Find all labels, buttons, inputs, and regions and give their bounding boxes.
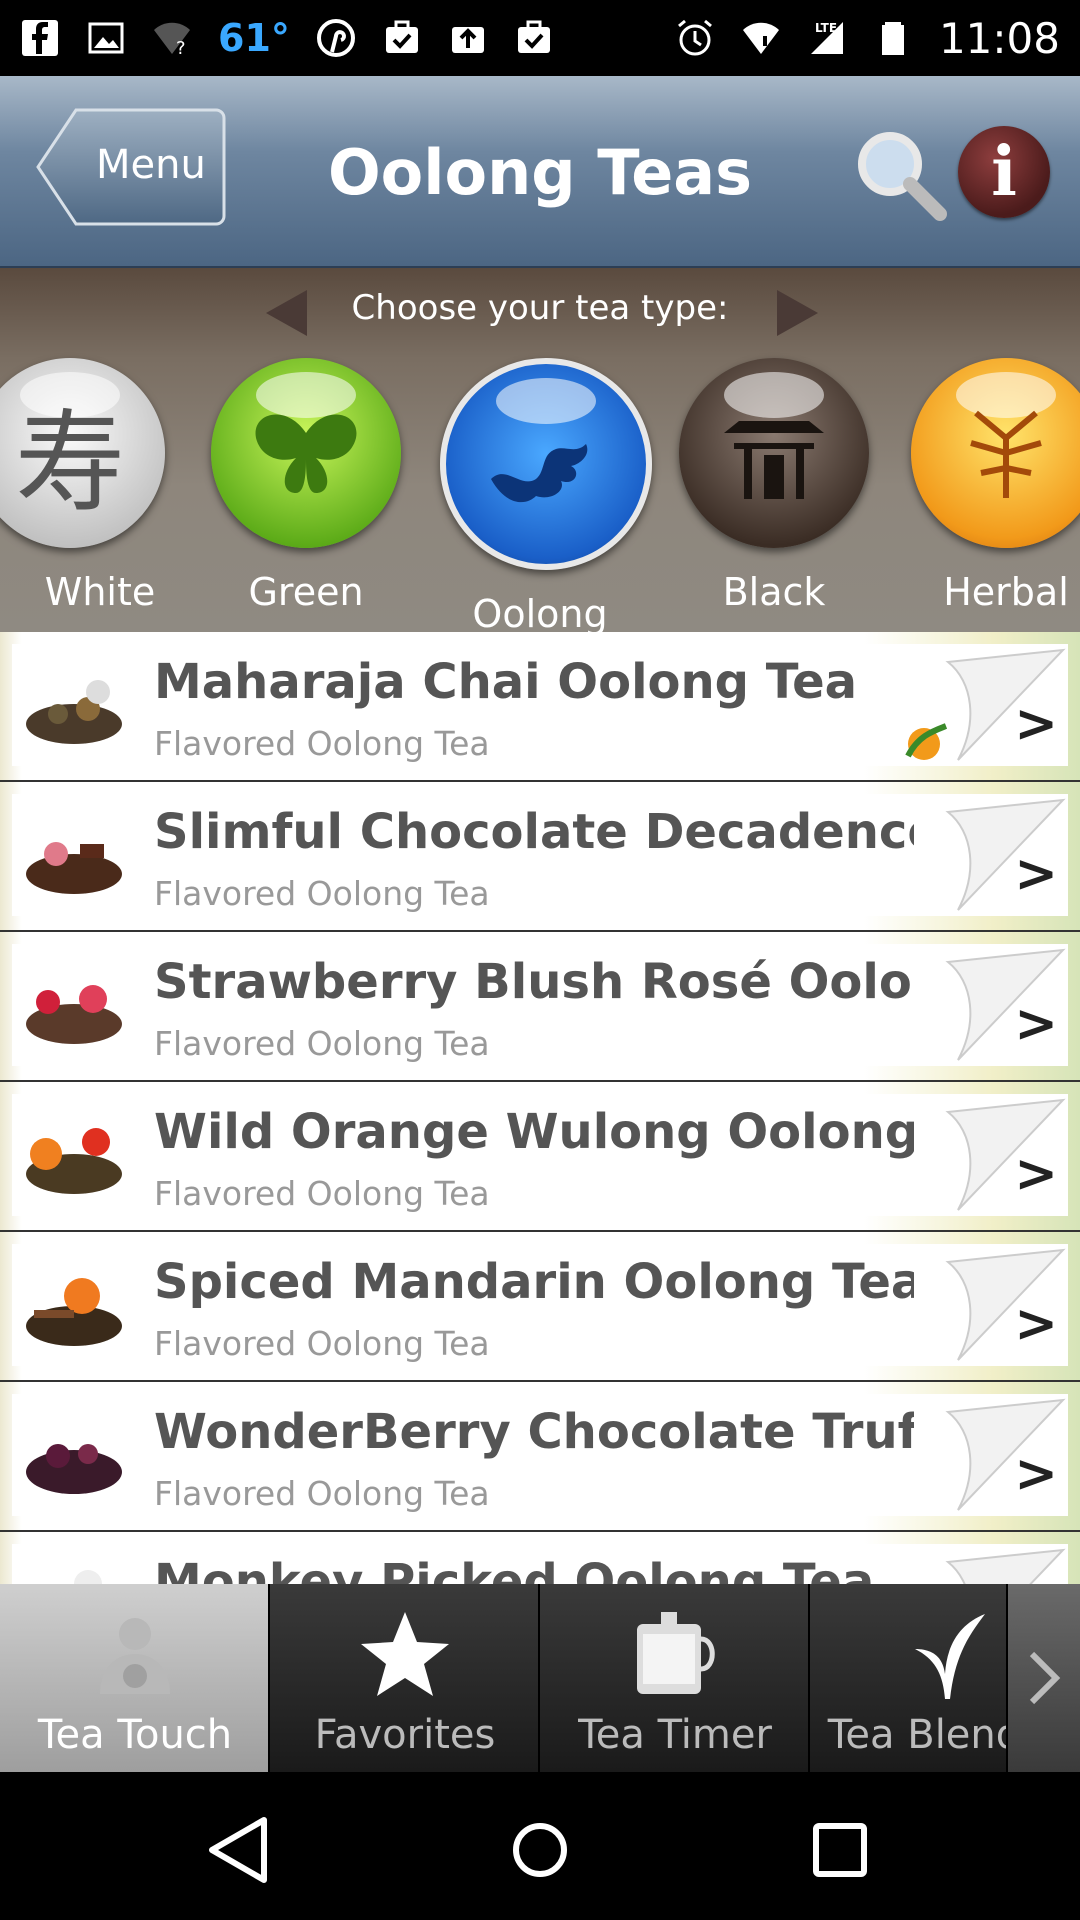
star-icon bbox=[361, 1612, 449, 1696]
tea-type-green[interactable]: Green bbox=[206, 358, 406, 614]
dragon-icon bbox=[440, 358, 652, 570]
alarm-icon bbox=[675, 18, 715, 58]
tea-category: Flavored Oolong Tea bbox=[154, 1174, 490, 1213]
page-curl-icon bbox=[945, 1548, 1066, 1584]
tea-leaf-icon bbox=[915, 1614, 985, 1699]
next-type-arrow-icon[interactable] bbox=[772, 288, 822, 338]
android-nav-bar bbox=[0, 1772, 1080, 1920]
tea-row-strawberry-blush[interactable]: Strawberry Blush Rosé Oolon… Flavored Oo… bbox=[0, 932, 1080, 1082]
tea-thumbnail bbox=[26, 1444, 122, 1494]
status-bar: ? 61° LTE 11:08 bbox=[0, 0, 1080, 76]
tea-name: Slimful Chocolate Decadence… bbox=[154, 804, 914, 860]
tea-row-spiced-mandarin[interactable]: Spiced Mandarin Oolong Tea Flavored Oolo… bbox=[0, 1232, 1080, 1382]
tea-row-slimful-chocolate[interactable]: Slimful Chocolate Decadence… Flavored Oo… bbox=[0, 782, 1080, 932]
butterfly-icon bbox=[211, 358, 401, 548]
pagoda-icon bbox=[679, 358, 869, 548]
more-tabs-button[interactable] bbox=[1008, 1584, 1080, 1772]
wifi-question-icon: ? bbox=[152, 18, 192, 58]
tea-thumbnail bbox=[26, 842, 122, 894]
svg-text:LTE: LTE bbox=[815, 21, 837, 35]
tea-name: Spiced Mandarin Oolong Tea bbox=[154, 1254, 914, 1310]
tab-favorites[interactable]: Favorites bbox=[270, 1584, 540, 1772]
chooser-label: Choose your tea type: bbox=[351, 288, 729, 328]
tea-category: Flavored Oolong Tea bbox=[154, 1024, 490, 1063]
tea-category: Flavored Oolong Tea bbox=[154, 1324, 490, 1363]
tea-name: WonderBerry Chocolate Truffl… bbox=[154, 1404, 914, 1460]
tea-name: Monkey Picked Oolong Tea bbox=[154, 1554, 875, 1584]
tea-thumbnail bbox=[74, 1570, 102, 1584]
tea-name: Maharaja Chai Oolong Tea bbox=[154, 654, 858, 710]
tea-type-herbal[interactable]: Herbal bbox=[906, 358, 1080, 614]
chevron-right-icon: > bbox=[1014, 1144, 1058, 1204]
tea-category: Flavored Oolong Tea bbox=[154, 1474, 490, 1513]
home-icon[interactable] bbox=[500, 1810, 580, 1890]
back-icon[interactable] bbox=[200, 1810, 280, 1890]
info-icon: i bbox=[991, 132, 1017, 212]
bottom-tab-bar: Tea Touch Favorites Tea Timer Tea Blende… bbox=[0, 1584, 1080, 1772]
tab-tea-timer[interactable]: Tea Timer bbox=[540, 1584, 810, 1772]
search-button[interactable] bbox=[850, 124, 950, 224]
tea-name: Wild Orange Wulong Oolong T… bbox=[154, 1104, 914, 1160]
tea-type-oolong[interactable]: Oolong bbox=[440, 358, 652, 636]
chevron-right-icon: > bbox=[1014, 844, 1058, 904]
tea-row-maharaja-chai[interactable]: Maharaja Chai Oolong Tea Flavored Oolong… bbox=[0, 632, 1080, 782]
tea-timer-icon bbox=[637, 1612, 715, 1694]
upload-icon bbox=[448, 18, 488, 58]
task-icon-2 bbox=[514, 18, 554, 58]
svg-text:?: ? bbox=[176, 38, 186, 58]
tea-category: Flavored Oolong Tea bbox=[154, 724, 490, 763]
facebook-icon bbox=[20, 18, 60, 58]
chevron-right-icon: > bbox=[1014, 994, 1058, 1054]
app-header: Menu Oolong Teas i bbox=[0, 76, 1080, 268]
white-tea-icon: 寿 bbox=[0, 358, 165, 548]
tea-touch-icon bbox=[100, 1618, 170, 1694]
chevron-right-icon bbox=[1029, 1651, 1061, 1705]
tea-type-black[interactable]: Black bbox=[674, 358, 874, 614]
tab-tea-touch[interactable]: Tea Touch bbox=[0, 1584, 270, 1772]
tea-thumbnail bbox=[26, 680, 122, 744]
tea-row-monkey-picked[interactable]: Monkey Picked Oolong Tea bbox=[0, 1532, 1080, 1584]
recents-icon[interactable] bbox=[800, 1810, 880, 1890]
gallery-icon bbox=[86, 18, 126, 58]
chevron-right-icon: > bbox=[1014, 1294, 1058, 1354]
pinterest-icon bbox=[316, 18, 356, 58]
tea-thumbnail bbox=[26, 985, 122, 1044]
tea-list: Maharaja Chai Oolong Tea Flavored Oolong… bbox=[0, 632, 1080, 1584]
search-icon bbox=[858, 132, 947, 221]
clock: 11:08 bbox=[938, 13, 1060, 63]
tea-category: Flavored Oolong Tea bbox=[154, 874, 490, 913]
tea-row-wild-orange[interactable]: Wild Orange Wulong Oolong T… Flavored Oo… bbox=[0, 1082, 1080, 1232]
tea-type-chooser: Choose your tea type: 寿 White Green Oolo… bbox=[0, 268, 1080, 636]
chevron-right-icon: > bbox=[1014, 1444, 1058, 1504]
lte-signal-icon: LTE bbox=[807, 18, 847, 58]
tea-name: Strawberry Blush Rosé Oolon… bbox=[154, 954, 914, 1010]
battery-icon bbox=[873, 18, 913, 58]
task-icon bbox=[382, 18, 422, 58]
temperature: 61° bbox=[218, 16, 290, 60]
wifi-icon bbox=[741, 18, 781, 58]
chevron-right-icon: > bbox=[1014, 694, 1058, 754]
tea-thumbnail bbox=[26, 1278, 122, 1346]
herbal-flower-icon bbox=[911, 358, 1080, 548]
info-button[interactable]: i bbox=[958, 126, 1050, 218]
tea-row-wonderberry[interactable]: WonderBerry Chocolate Truffl… Flavored O… bbox=[0, 1382, 1080, 1532]
tea-thumbnail bbox=[26, 1128, 122, 1194]
tea-type-white[interactable]: 寿 White bbox=[0, 358, 170, 614]
tab-tea-blender[interactable]: Tea Blender bbox=[810, 1584, 1008, 1772]
